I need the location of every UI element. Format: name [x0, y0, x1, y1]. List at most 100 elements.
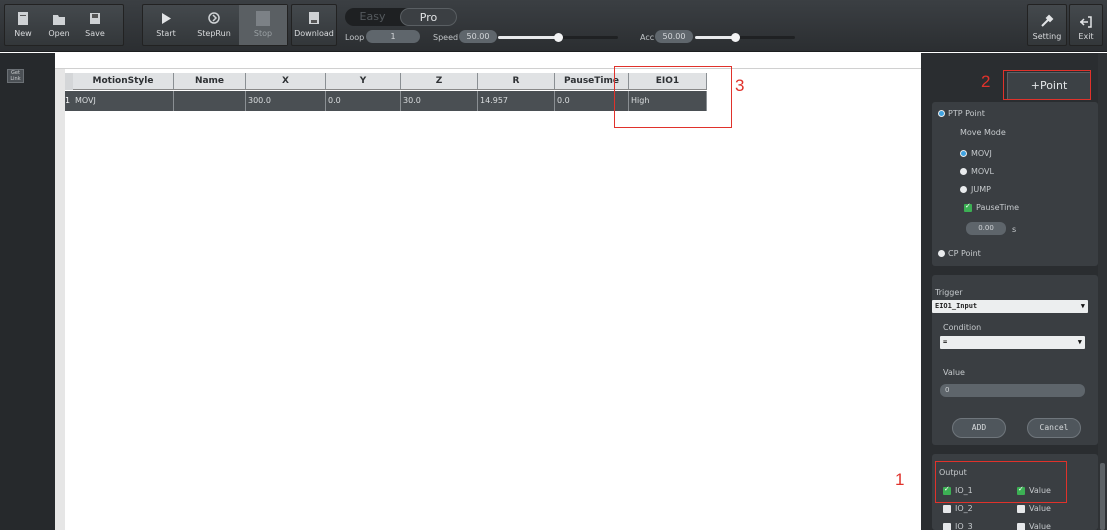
- download-group: Download: [291, 4, 337, 46]
- mode-pro-option[interactable]: Pro: [400, 8, 457, 26]
- download-button[interactable]: Download: [292, 5, 336, 45]
- io2-checkbox[interactable]: [943, 505, 951, 513]
- io3-value-label: Value: [1029, 522, 1051, 530]
- trigger-label: Trigger: [935, 288, 963, 297]
- speed-label: Speed: [433, 33, 459, 42]
- start-button[interactable]: Start: [143, 5, 189, 45]
- cell-r[interactable]: 14.957: [478, 91, 555, 111]
- acc-value[interactable]: 50.00: [655, 30, 693, 43]
- io2-value-label: Value: [1029, 504, 1051, 513]
- jump-radio[interactable]: [960, 186, 967, 193]
- cell-name[interactable]: [174, 91, 246, 111]
- value-label: Value: [943, 368, 965, 377]
- main-toolbar: New Open Save Start StepRun Stop Downloa…: [0, 0, 1107, 52]
- pausetime-unit: s: [1012, 225, 1017, 234]
- condition-label: Condition: [943, 323, 982, 332]
- column-header-y[interactable]: Y: [326, 73, 401, 89]
- column-header-z[interactable]: Z: [401, 73, 478, 89]
- steprun-button[interactable]: StepRun: [189, 5, 239, 45]
- exit-icon: [1079, 16, 1092, 28]
- row-number[interactable]: 1: [65, 91, 73, 111]
- mode-toggle[interactable]: Easy Pro: [345, 8, 457, 26]
- trigger-select-value: EIO1_Input: [935, 302, 978, 310]
- loop-input[interactable]: 1: [366, 30, 420, 43]
- condition-select-value: =: [943, 338, 948, 346]
- play-icon: [162, 13, 171, 24]
- ptp-point-radio[interactable]: [938, 110, 945, 117]
- pausetime-checkbox[interactable]: [964, 202, 972, 212]
- cp-point-radio[interactable]: [938, 250, 945, 257]
- column-header-x[interactable]: X: [246, 73, 326, 89]
- step-run-icon: [208, 12, 220, 24]
- io3-label: IO_3: [955, 522, 973, 530]
- acc-slider-fill: [695, 36, 735, 39]
- column-header-name[interactable]: Name: [174, 73, 246, 89]
- table-row[interactable]: MOVJ 300.0 0.0 30.0 14.957 0.0 High: [73, 91, 707, 111]
- chevron-down-icon: ▼: [1080, 302, 1085, 310]
- new-button-label: New: [14, 29, 32, 38]
- speed-slider[interactable]: [498, 33, 618, 42]
- pausetime-input[interactable]: 0.00: [966, 222, 1006, 235]
- movl-label: MOVL: [971, 167, 994, 176]
- file-button-group: New Open Save: [4, 4, 124, 46]
- left-strip: Get Link: [0, 53, 55, 530]
- point-type-section: [932, 102, 1098, 266]
- movl-radio[interactable]: [960, 168, 967, 175]
- annotation-number-3: 3: [735, 76, 745, 95]
- speed-value[interactable]: 50.00: [459, 30, 497, 43]
- jump-label: JUMP: [971, 185, 991, 194]
- column-header-motionstyle[interactable]: MotionStyle: [73, 73, 174, 89]
- cp-point-label: CP Point: [948, 249, 981, 258]
- movj-label: MOVJ: [971, 149, 992, 158]
- loop-label: Loop: [345, 33, 365, 42]
- work-area-gutter: [55, 69, 65, 530]
- io2-value-checkbox[interactable]: [1017, 505, 1025, 513]
- scrollbar-thumb[interactable]: [1100, 463, 1105, 530]
- movj-radio[interactable]: [960, 150, 967, 157]
- io3-checkbox[interactable]: [943, 523, 951, 530]
- cancel-button[interactable]: Cancel: [1027, 418, 1081, 438]
- open-button[interactable]: Open: [41, 5, 77, 45]
- start-button-label: Start: [156, 29, 176, 38]
- speed-slider-fill: [498, 36, 558, 39]
- value-input[interactable]: 0: [940, 384, 1085, 397]
- download-icon: [309, 12, 319, 24]
- speed-slider-knob[interactable]: [554, 33, 563, 42]
- save-button[interactable]: Save: [77, 5, 113, 45]
- trigger-select[interactable]: EIO1_Input ▼: [932, 300, 1088, 313]
- condition-select[interactable]: = ▼: [940, 336, 1085, 349]
- ptp-point-label: PTP Point: [948, 109, 985, 118]
- table-corner: [65, 73, 73, 90]
- io3-value-checkbox[interactable]: [1017, 523, 1025, 530]
- acc-slider[interactable]: [695, 33, 795, 42]
- column-header-r[interactable]: R: [478, 73, 555, 89]
- cell-y[interactable]: 0.0: [326, 91, 401, 111]
- add-button-label: ADD: [971, 423, 987, 432]
- cell-motionstyle[interactable]: MOVJ: [73, 91, 174, 111]
- annotation-box-3: [614, 66, 732, 128]
- acc-label: Acc: [640, 33, 655, 42]
- mode-easy-option[interactable]: Easy: [345, 8, 400, 26]
- open-button-label: Open: [48, 29, 70, 38]
- stop-button[interactable]: Stop: [239, 5, 287, 45]
- annotation-number-1: 1: [895, 470, 905, 489]
- work-area: [55, 68, 921, 530]
- right-panel-scrollbar[interactable]: [1098, 53, 1107, 530]
- get-link-button[interactable]: Get Link: [7, 69, 24, 83]
- stop-icon: [256, 11, 270, 26]
- get-link-label: Get Link: [10, 70, 21, 82]
- cell-z[interactable]: 30.0: [401, 91, 478, 111]
- new-button[interactable]: New: [5, 5, 41, 45]
- exit-button[interactable]: Exit: [1069, 4, 1103, 46]
- stop-button-label: Stop: [253, 29, 273, 38]
- io2-label: IO_2: [955, 504, 973, 513]
- add-button[interactable]: ADD: [952, 418, 1006, 438]
- acc-slider-knob[interactable]: [731, 33, 740, 42]
- cell-x[interactable]: 300.0: [246, 91, 326, 111]
- cancel-button-label: Cancel: [1039, 423, 1069, 432]
- move-mode-label: Move Mode: [960, 128, 1006, 137]
- annotation-box-2: [1003, 70, 1091, 100]
- setting-button[interactable]: Setting: [1027, 4, 1067, 46]
- chevron-down-icon: ▼: [1077, 338, 1082, 346]
- wrench-icon: [1041, 14, 1054, 27]
